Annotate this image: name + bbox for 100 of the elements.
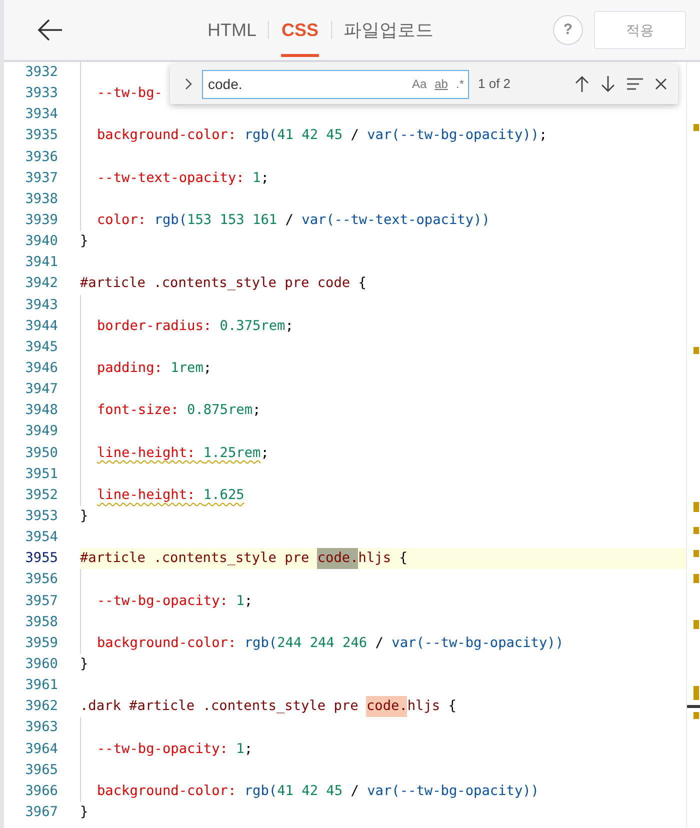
code-token: #article .contents_style pre code	[80, 274, 352, 294]
line-number: 3954	[24, 528, 58, 548]
code-token: ;	[244, 592, 253, 611]
line-number: 3961	[24, 676, 58, 696]
line-number: 3942	[24, 274, 58, 294]
arrow-up-icon	[574, 75, 590, 93]
code-token: {	[399, 549, 408, 568]
back-arrow-icon	[36, 18, 64, 42]
line-number: 3932	[24, 63, 58, 82]
line-number: 3964	[24, 740, 58, 758]
code-token: 41 42 45	[277, 782, 343, 801]
code-token: font-size:	[97, 401, 180, 420]
code-token: }	[80, 232, 88, 252]
code-token: .dark #article .contents_style pre	[80, 697, 360, 716]
code-token: var(--tw-bg-opacity))	[367, 126, 539, 146]
code-token: padding:	[97, 358, 164, 378]
line-number: 3955	[24, 549, 58, 568]
line-number: 3967	[24, 802, 58, 822]
match-count: 1 of 2	[478, 75, 512, 94]
line-number: 3935	[24, 126, 58, 146]
line-number: 3936	[24, 148, 58, 167]
code-token: rgb(	[244, 126, 278, 146]
code-token: ;	[260, 444, 269, 463]
lines-icon	[626, 77, 644, 91]
line-number: 3956	[24, 570, 58, 590]
line-number: 3938	[24, 190, 58, 209]
line-number: 3934	[24, 105, 58, 124]
code-token: rgb(	[244, 634, 278, 653]
code-token: background-color:	[97, 782, 238, 801]
line-number: 3966	[24, 782, 58, 801]
line-number: 3959	[24, 634, 58, 653]
code-token: 41 42 45	[277, 126, 343, 146]
code-token: color:	[97, 210, 148, 230]
code-token: var(--tw-bg-opacity))	[392, 634, 564, 653]
warning-code-token: 1.625	[203, 486, 244, 505]
search-match: code.	[317, 548, 358, 570]
regex-toggle[interactable]: .*	[456, 75, 464, 93]
line-number: 3937	[24, 168, 58, 188]
line-number: 3962	[24, 697, 58, 716]
code-token: /	[350, 782, 360, 801]
code-token: ;	[244, 740, 253, 758]
line-number: 3949	[24, 422, 58, 442]
code-token: rgb(	[244, 782, 278, 801]
code-token: --tw-text-opacity:	[97, 168, 246, 188]
code-token: border-radius:	[97, 316, 213, 336]
line-number: 3958	[24, 612, 58, 632]
code-token: rgb(	[154, 210, 188, 230]
code-token: ;	[203, 358, 212, 378]
code-token: ;	[260, 168, 269, 188]
code-token: hljs	[358, 549, 392, 568]
line-number: 3963	[24, 718, 58, 738]
code-token: ;	[252, 401, 261, 420]
code-token: background-color:	[97, 634, 238, 653]
line-number: 3944	[24, 316, 58, 336]
code-token: 153 153 161	[187, 210, 278, 230]
code-token: 1rem	[170, 358, 204, 378]
close-icon	[654, 77, 668, 91]
code-token: var(--tw-bg-opacity))	[367, 782, 539, 801]
code-token: }	[80, 802, 88, 822]
code-token: /	[350, 126, 360, 146]
code-token: {	[358, 274, 366, 294]
line-number: 3933	[24, 84, 58, 104]
match-case-toggle[interactable]: Aa	[412, 75, 427, 93]
find-input-field[interactable]: code. Aa ab .*	[202, 70, 469, 98]
line-number: 3947	[24, 380, 58, 400]
arrow-down-icon	[600, 75, 616, 93]
code-token: 0.875rem	[187, 401, 253, 420]
code-token: 1	[252, 168, 261, 188]
tab[interactable]: 파일업로드	[344, 3, 434, 57]
code-token: 1	[236, 740, 244, 758]
code-token: /	[374, 634, 384, 653]
code-token: 0.375rem	[220, 316, 286, 336]
search-match: code.	[366, 696, 408, 718]
code-token: background-color:	[97, 126, 238, 146]
line-number: 3950	[24, 444, 58, 463]
tab[interactable]: HTML	[207, 3, 256, 57]
code-token: 1	[236, 592, 244, 611]
whole-word-toggle[interactable]: ab	[434, 75, 448, 93]
line-number: 3940	[24, 232, 58, 252]
line-number: 3952	[24, 486, 58, 505]
line-number: 3943	[24, 296, 58, 315]
code-token: --tw-bg-opacity:	[97, 592, 229, 611]
line-number: 3951	[24, 464, 58, 484]
line-number: 3953	[24, 506, 58, 526]
code-token: --tw-bg-opacity:	[97, 740, 229, 758]
line-number: 3941	[24, 253, 58, 272]
code-token: ;	[285, 316, 294, 336]
line-number: 3965	[24, 760, 58, 780]
tab[interactable]: CSS	[281, 3, 318, 57]
line-number: 3960	[24, 654, 58, 674]
code-token: --tw-bg-	[97, 84, 162, 104]
code-token: hljs	[407, 697, 442, 716]
line-number: 3945	[24, 338, 58, 357]
code-token: #article .contents_style pre	[80, 549, 310, 568]
chevron-right-icon	[184, 77, 194, 91]
code-token: /	[284, 210, 294, 230]
help-button[interactable]: ?	[553, 15, 583, 45]
code-token: }	[80, 654, 88, 674]
line-number: 3957	[24, 592, 58, 611]
warning-code-token: 1.25rem	[203, 444, 261, 463]
